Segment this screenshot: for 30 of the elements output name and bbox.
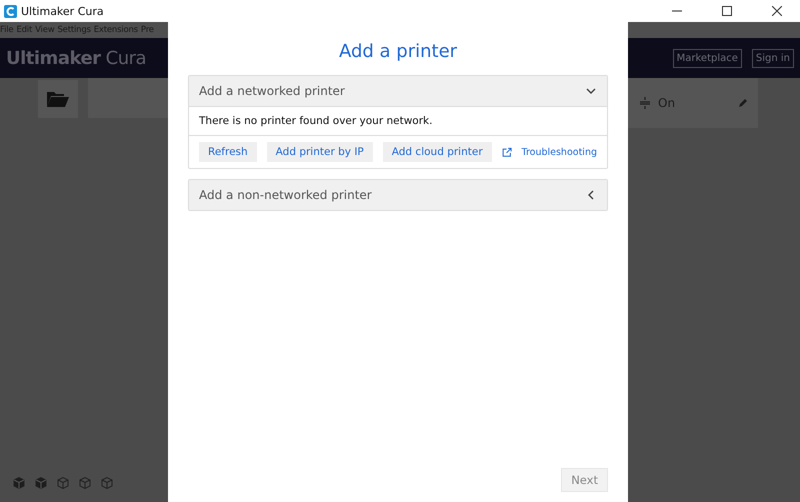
view-cube-icon[interactable] <box>12 476 26 490</box>
section-title: Add a networked printer <box>199 84 345 98</box>
status-message: There is no printer found over your network. <box>189 106 607 136</box>
support-icon <box>640 97 650 109</box>
section-header[interactable]: Add a non-networked printer <box>189 180 607 210</box>
header-button[interactable]: Sign in <box>752 48 794 68</box>
section-title: Add a non-networked printer <box>199 188 372 202</box>
view-cube-icon[interactable] <box>56 476 70 490</box>
print-setup-panel[interactable]: On <box>628 78 758 128</box>
folder-icon <box>47 91 69 107</box>
open-file-button[interactable] <box>38 80 78 118</box>
maximize-icon <box>722 6 732 16</box>
view-cube-icon[interactable] <box>78 476 92 490</box>
action-button[interactable]: Add cloud printer <box>382 142 492 162</box>
support-value: On <box>658 96 676 110</box>
window-title: Ultimaker Cura <box>21 4 105 18</box>
troubleshooting-link[interactable]: Troubleshooting <box>522 146 597 158</box>
close-icon <box>772 6 782 16</box>
section-header[interactable]: Add a networked printer <box>189 76 607 106</box>
action-button[interactable]: Add printer by IP <box>266 142 373 162</box>
view-cube-icon[interactable] <box>100 476 114 490</box>
view-cube-icon[interactable] <box>34 476 48 490</box>
app-logo-icon <box>4 4 17 18</box>
logo-text: Ultimaker <box>6 48 101 68</box>
pencil-icon[interactable] <box>738 98 748 108</box>
action-button[interactable]: Refresh <box>199 142 257 162</box>
external-link-icon[interactable] <box>502 146 512 158</box>
header-button[interactable]: Marketplace <box>672 48 742 68</box>
dialog-title: Add a printer <box>338 41 458 62</box>
logo-text: Cura <box>106 48 146 68</box>
